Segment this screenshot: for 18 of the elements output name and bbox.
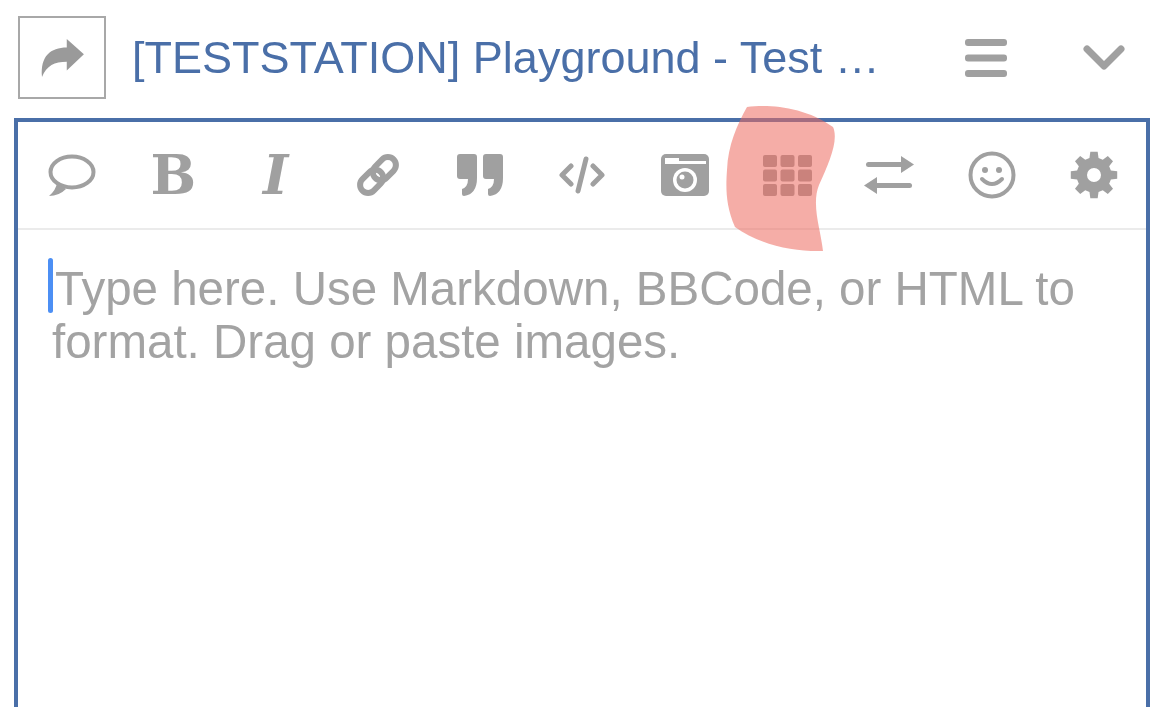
reply-textarea[interactable]: Type here. Use Markdown, BBCode, or HTML to format. Drag or paste images. [18, 230, 1146, 707]
speech-bubble-icon [46, 153, 97, 197]
camera-icon [660, 154, 709, 196]
share-arrow-icon [39, 37, 85, 78]
swap-arrows-icon [864, 156, 915, 194]
topic-title[interactable]: [TESTSTATION] Playground - Test … [132, 31, 880, 84]
settings-icon [1069, 151, 1118, 199]
menu-icon [965, 38, 1007, 77]
collapse-button[interactable] [1083, 44, 1125, 71]
code-icon [558, 156, 607, 194]
italic-button[interactable]: I [260, 151, 292, 199]
menu-button[interactable] [965, 38, 1007, 77]
grid-icon [762, 154, 812, 196]
chevron-down-icon [1083, 44, 1125, 71]
bold-button[interactable]: B [147, 151, 200, 199]
smiley-icon [967, 151, 1016, 199]
reply-button[interactable] [18, 16, 106, 99]
quote-icon [457, 154, 504, 196]
